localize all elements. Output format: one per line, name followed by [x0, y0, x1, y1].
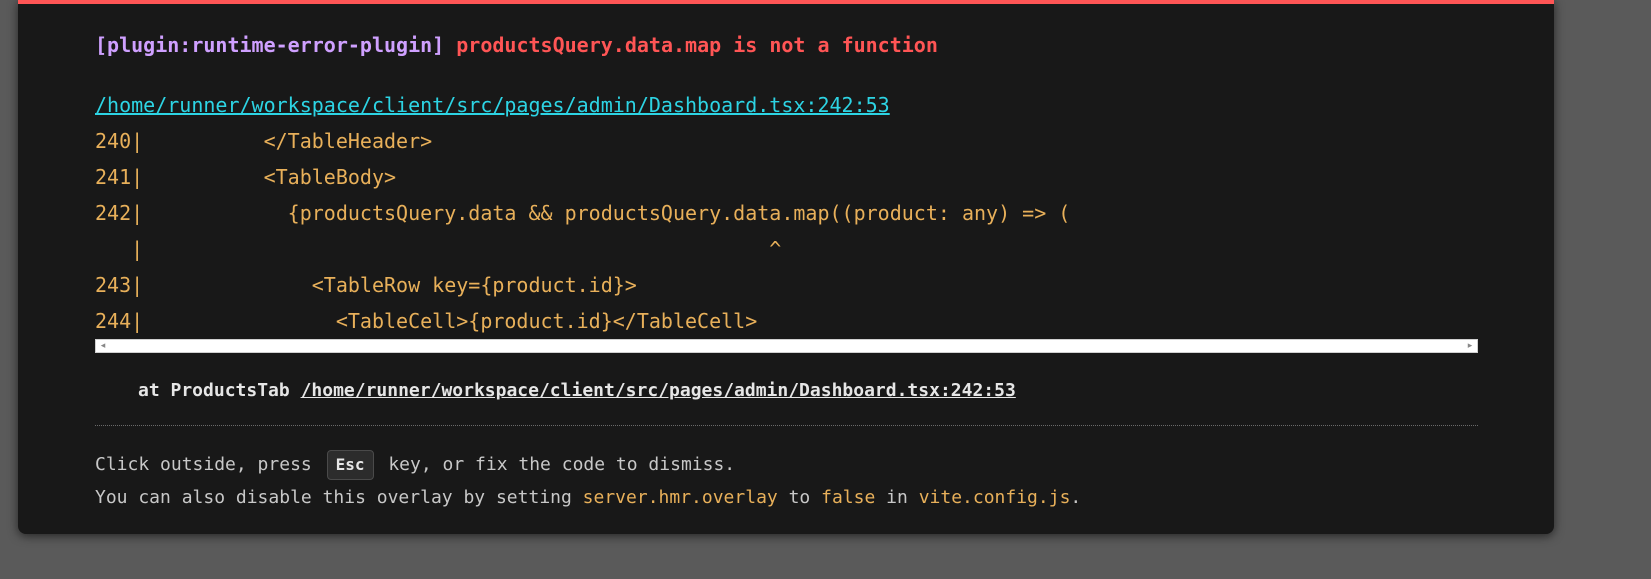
error-message: productsQuery.data.map is not a function	[456, 33, 938, 57]
dismiss-tip: Click outside, press Esc key, or fix the…	[95, 450, 735, 480]
scroll-left-icon[interactable]: ◂	[97, 340, 109, 352]
tip-text: in	[886, 487, 908, 508]
divider	[95, 425, 1478, 426]
code-line: 240| </TableHeader>	[95, 129, 433, 153]
tip-text: You can also disable this overlay by set…	[95, 487, 572, 508]
error-overlay: [plugin:runtime-error-plugin] productsQu…	[18, 0, 1554, 534]
code-line: 241| <TableBody>	[95, 165, 397, 189]
tip-text: to	[788, 487, 811, 508]
code-line: 243| <TableRow key={product.id}>	[95, 273, 637, 297]
code-frame: 240| </TableHeader> 241| <TableBody> 242…	[95, 126, 1478, 338]
scroll-right-icon[interactable]: ▸	[1464, 340, 1476, 352]
config-option: server.hmr.overlay	[582, 487, 778, 508]
false-value: false	[821, 487, 876, 508]
tip-text: Click outside, press	[95, 454, 312, 475]
stack-trace: at ProductsTab /home/runner/workspace/cl…	[138, 377, 1016, 405]
config-file: vite.config.js	[918, 487, 1071, 508]
stack-function: at ProductsTab	[138, 380, 290, 401]
code-line: 242| {productsQuery.data && productsQuer…	[95, 201, 1071, 225]
tip-period: .	[1070, 487, 1082, 508]
error-heading: [plugin:runtime-error-plugin] productsQu…	[95, 30, 938, 60]
esc-key-badge: Esc	[326, 450, 374, 480]
overlay-config-tip: You can also disable this overlay by set…	[95, 484, 1081, 512]
file-location-link[interactable]: /home/runner/workspace/client/src/pages/…	[95, 90, 890, 120]
tip-text: key, or fix the code to dismiss.	[388, 454, 736, 475]
stack-file-link[interactable]: /home/runner/workspace/client/src/pages/…	[301, 380, 1016, 401]
horizontal-scrollbar[interactable]: ◂ ▸	[95, 339, 1478, 353]
plugin-label: [plugin:runtime-error-plugin]	[95, 33, 445, 57]
code-line: 244| <TableCell>{product.id}</TableCell>	[95, 309, 758, 333]
code-pointer-line: | ^	[95, 237, 782, 261]
